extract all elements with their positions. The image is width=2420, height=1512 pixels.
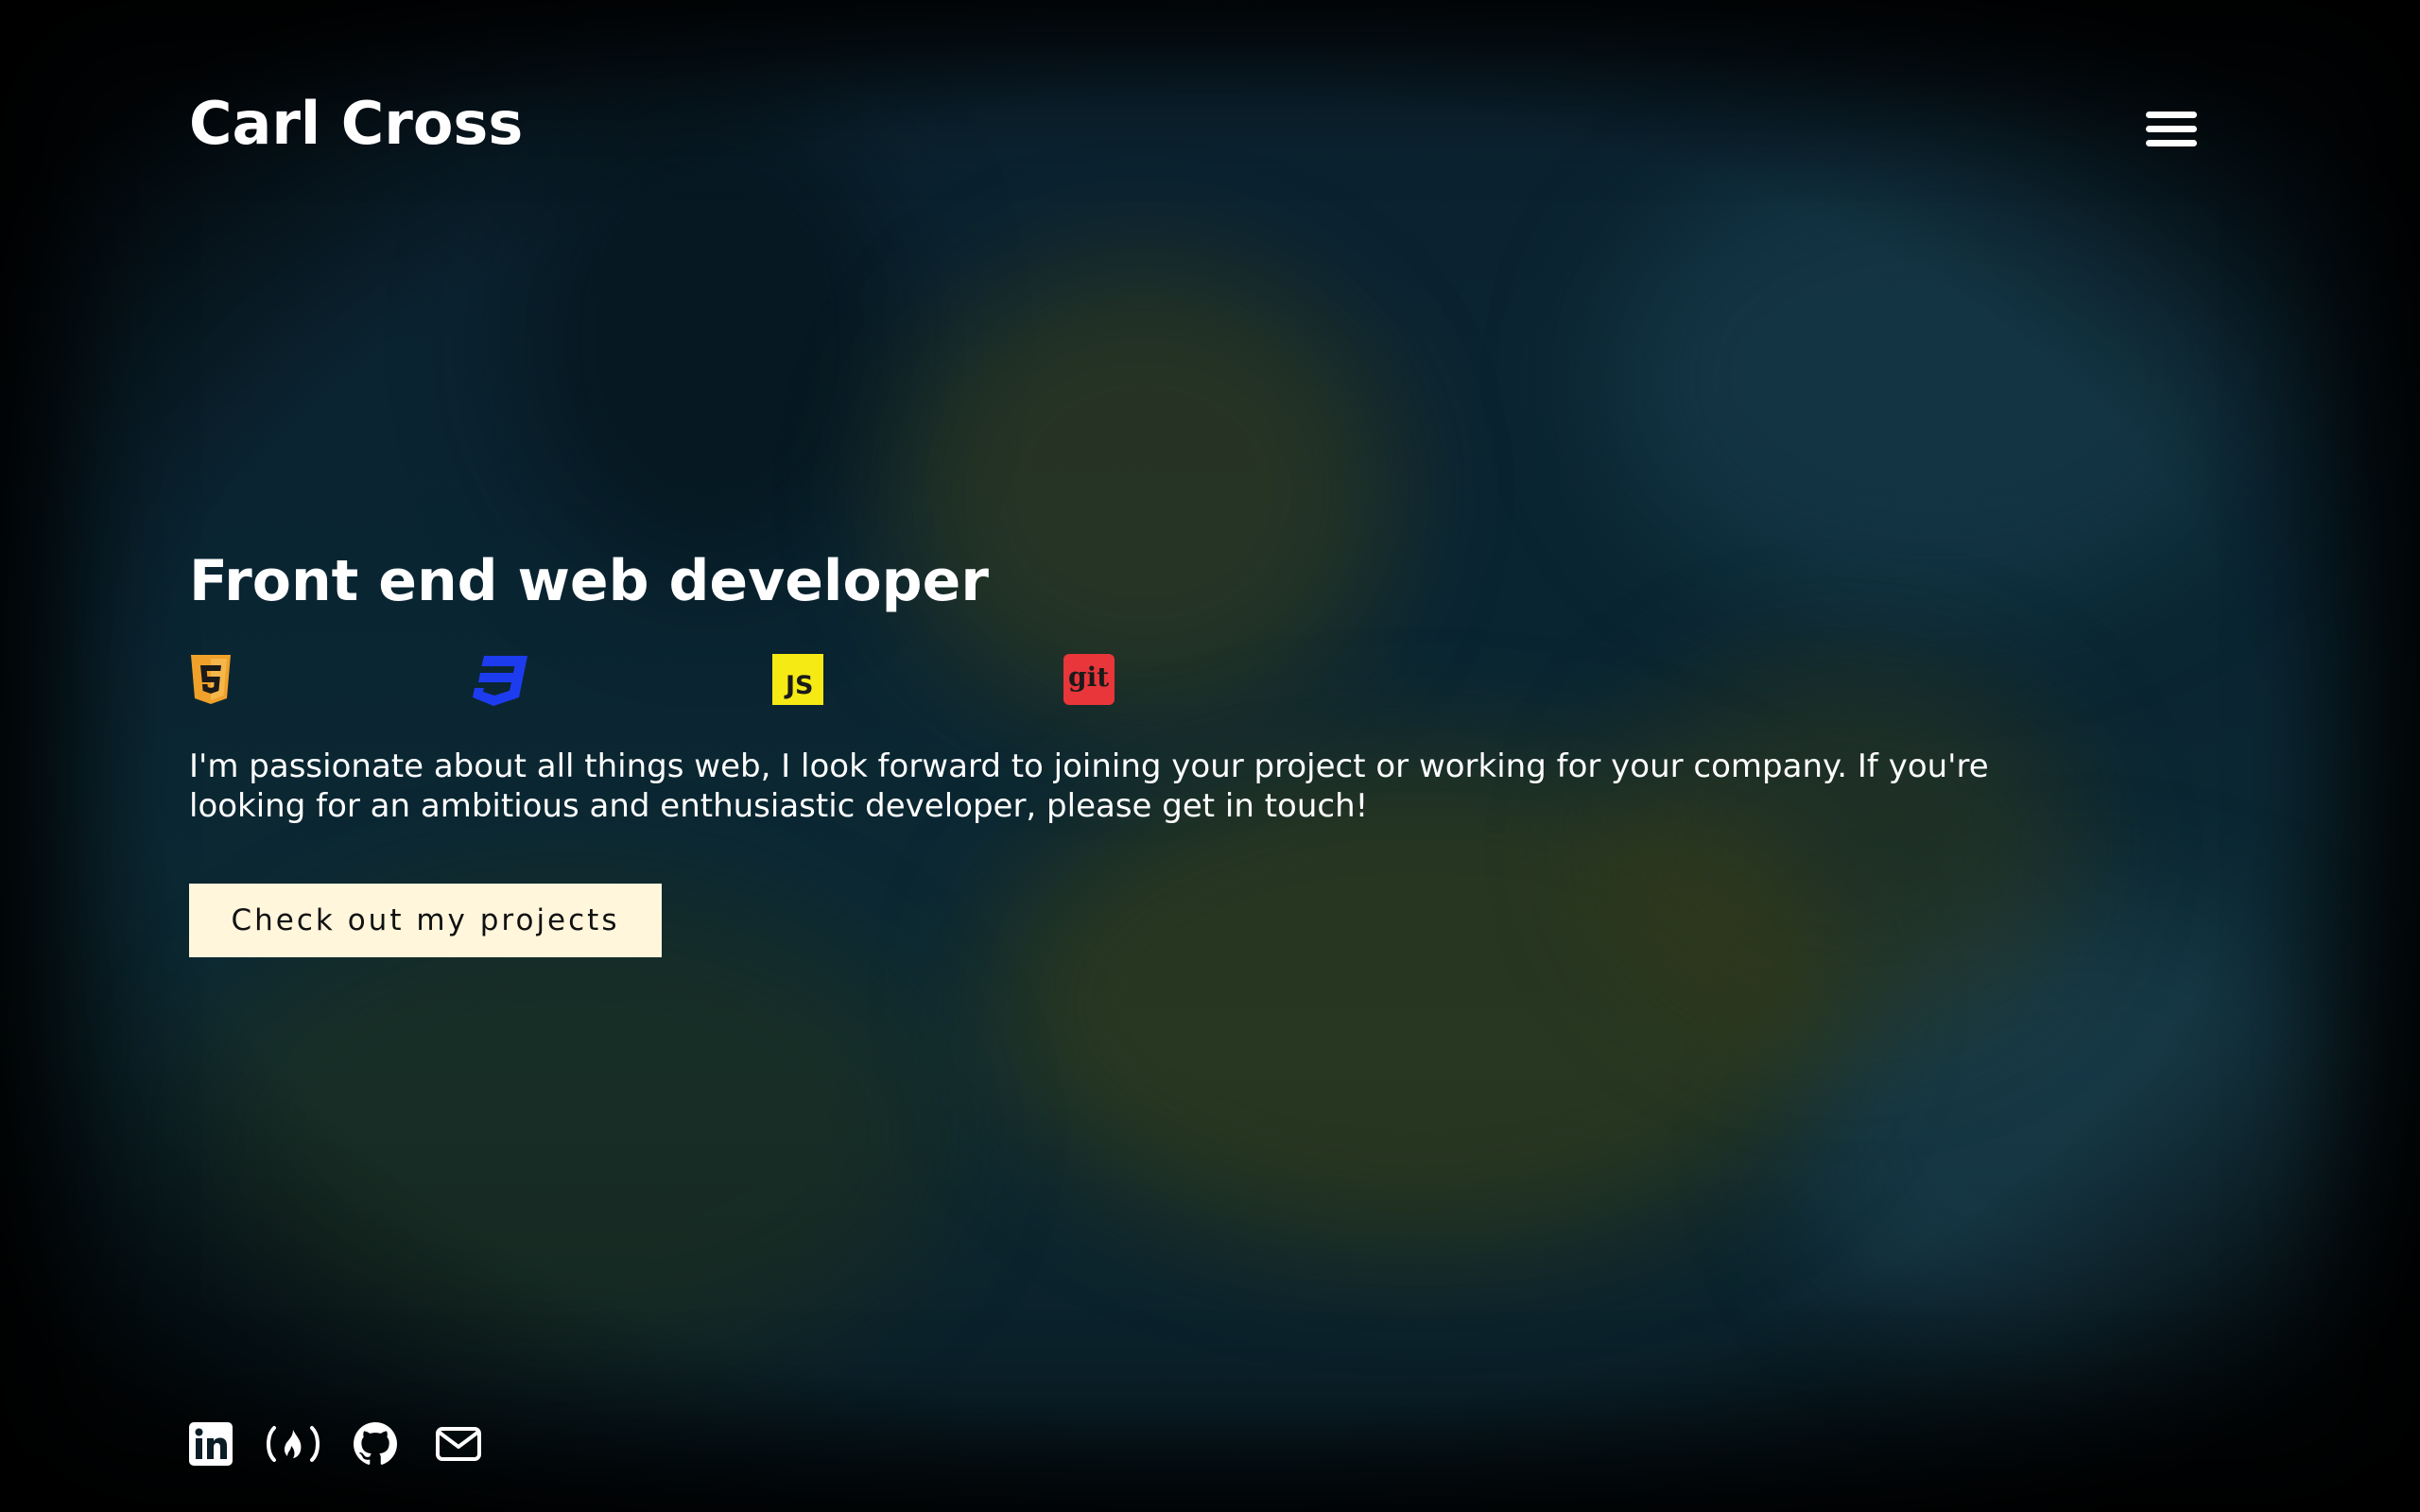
menu-bar bbox=[2146, 126, 2197, 132]
javascript-icon: JS bbox=[772, 654, 823, 705]
menu-bar bbox=[2146, 140, 2197, 146]
javascript-label: JS bbox=[786, 671, 814, 700]
github-icon[interactable] bbox=[354, 1422, 397, 1466]
ink-cloud bbox=[898, 265, 1390, 718]
check-out-projects-button[interactable]: Check out my projects bbox=[189, 884, 662, 957]
ink-cloud bbox=[1607, 662, 2080, 1040]
ink-cloud bbox=[993, 756, 1843, 1247]
site-brand[interactable]: Carl Cross bbox=[189, 94, 523, 153]
hamburger-menu-icon[interactable] bbox=[2144, 108, 2199, 153]
social-links bbox=[189, 1422, 567, 1468]
menu-bar bbox=[2146, 112, 2197, 118]
ink-cloud bbox=[1796, 898, 2363, 1370]
mail-icon[interactable] bbox=[435, 1422, 481, 1466]
linkedin-icon[interactable] bbox=[189, 1422, 233, 1466]
tech-icons-row: JS git bbox=[189, 654, 1229, 707]
hero-background: Carl Cross Front end web developer JS gi… bbox=[0, 0, 2420, 1512]
ink-cloud bbox=[1607, 142, 2269, 614]
git-label: git bbox=[1068, 662, 1110, 693]
git-icon: git bbox=[1063, 654, 1115, 705]
ink-cloud bbox=[510, 94, 908, 586]
css3-icon bbox=[473, 654, 527, 706]
ink-cloud bbox=[189, 898, 945, 1370]
html5-icon bbox=[189, 654, 240, 705]
hero-title: Front end web developer bbox=[189, 548, 989, 614]
intro-text: I'm passionate about all things web, I l… bbox=[189, 747, 1989, 825]
freecodecamp-icon[interactable] bbox=[265, 1422, 321, 1466]
